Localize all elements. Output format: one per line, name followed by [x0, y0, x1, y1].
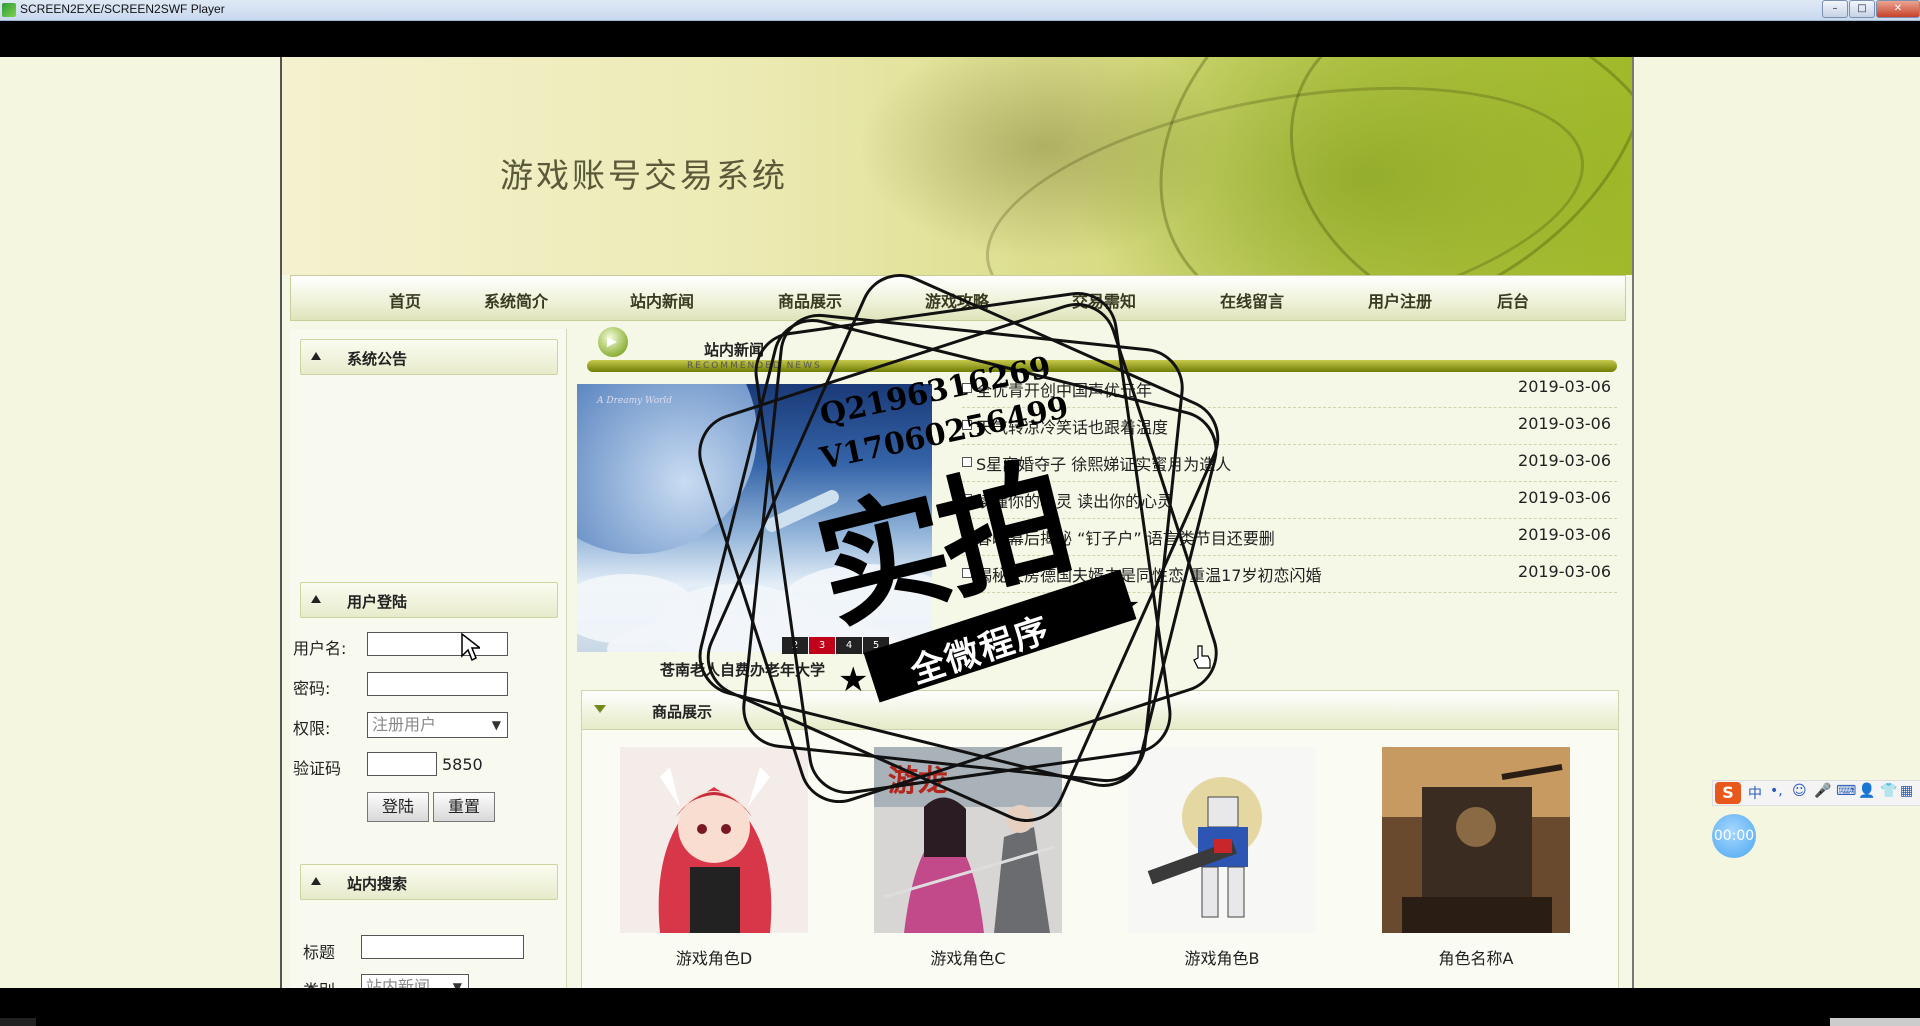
dropdown-arrow-icon: ▼: [491, 718, 501, 732]
login-title: 用户登陆: [347, 593, 408, 611]
news-item-date: 2019-03-06: [1518, 488, 1611, 507]
search-title: 站内搜索: [347, 875, 408, 893]
search-category-select[interactable]: 站内新闻 ▼: [361, 974, 469, 988]
products-title: 商品展示: [652, 703, 713, 721]
nav-trade-notes[interactable]: 交易需知: [1072, 288, 1136, 312]
product-image-war-machine[interactable]: [1382, 747, 1570, 933]
star-icon: ★: [1110, 586, 1141, 626]
ime-voice-icon[interactable]: 🎤: [1814, 783, 1831, 799]
search-category-selected: 站内新闻: [366, 977, 431, 988]
planet-graphic: [577, 384, 757, 554]
ime-user-icon[interactable]: 👤: [1858, 783, 1875, 799]
product-name[interactable]: 游戏角色C: [874, 945, 1062, 969]
window-controls: – □ ✕: [1821, 0, 1920, 18]
nav-guestbook[interactable]: 在线留言: [1220, 288, 1284, 312]
reset-button[interactable]: 重置: [433, 792, 495, 822]
news-item-date: 2019-03-06: [1518, 414, 1611, 433]
news-section-title: 站内新闻: [704, 341, 765, 359]
product-image-swordswoman[interactable]: 游龙: [874, 747, 1062, 933]
nav-guides[interactable]: 游戏攻略: [925, 288, 989, 312]
collapse-triangle-icon: [311, 877, 321, 885]
search-header: 站内搜索: [300, 864, 558, 900]
nav-home[interactable]: 首页: [389, 288, 421, 312]
player-top-bar: [0, 21, 1920, 57]
nav-admin[interactable]: 后台: [1497, 288, 1529, 312]
maximize-button[interactable]: □: [1849, 0, 1875, 18]
news-item-date: 2019-03-06: [1518, 562, 1611, 581]
nav-news[interactable]: 站内新闻: [630, 288, 694, 312]
image-script-text: A Dreamy World: [597, 396, 673, 406]
username-label: 用户名:: [293, 639, 347, 658]
captcha-input[interactable]: [367, 752, 437, 776]
role-label: 权限:: [293, 719, 331, 738]
hand-cursor-icon: [1193, 645, 1211, 669]
role-select[interactable]: 注册用户 ▼: [367, 712, 508, 738]
announcement-header: 系统公告: [300, 339, 558, 375]
left-sidebar: 系统公告 用户登陆 用户名: 密码: 权限: 注册用户 ▼ 验证码 5850 登…: [290, 329, 567, 988]
news-item[interactable]: S星离婚夺子 徐熙娣证实蜜月为造人 2019-03-06: [962, 445, 1617, 482]
app-icon: [2, 3, 16, 17]
news-section-subtitle: RECOMMENDED NEWS: [687, 361, 822, 371]
svg-text:游龙: 游龙: [888, 764, 948, 799]
product-name[interactable]: 游戏角色D: [620, 945, 808, 969]
nav-products[interactable]: 商品展示: [778, 288, 842, 312]
arrow-go-icon: [598, 327, 628, 357]
window-title: SCREEN2EXE/SCREEN2SWF Player: [20, 2, 225, 16]
login-header: 用户登陆: [300, 582, 558, 618]
recording-timer[interactable]: 00:00: [1712, 814, 1756, 858]
sogou-ime-icon[interactable]: S: [1715, 782, 1741, 804]
login-button[interactable]: 登陆: [367, 792, 429, 822]
dropdown-arrow-icon: ▼: [452, 980, 462, 988]
announcement-title: 系统公告: [347, 350, 408, 368]
collapse-triangle-icon: [311, 352, 321, 360]
ime-emoji-icon[interactable]: ☺: [1792, 783, 1807, 799]
product-image-anime-girl[interactable]: [620, 747, 808, 933]
product-name[interactable]: 游戏角色B: [1128, 945, 1316, 969]
nav-intro[interactable]: 系统简介: [484, 288, 548, 312]
ime-punctuation[interactable]: •,: [1770, 783, 1783, 799]
ime-chinese-mode[interactable]: 中: [1748, 783, 1762, 803]
search-title-label: 标题: [303, 943, 336, 962]
role-selected: 注册用户: [372, 715, 437, 734]
site-banner: 游戏账号交易系统: [282, 57, 1632, 275]
mouse-cursor-icon: [461, 632, 480, 662]
news-item-date: 2019-03-06: [1518, 377, 1611, 396]
ime-keyboard-icon[interactable]: ⌨: [1836, 783, 1856, 799]
collapse-triangle-icon: [311, 595, 321, 603]
captcha-code: 5850: [442, 755, 483, 774]
product-name[interactable]: 角色名称A: [1382, 945, 1570, 969]
captcha-label: 验证码: [293, 759, 342, 778]
site-title: 游戏账号交易系统: [500, 156, 788, 195]
window-titlebar: SCREEN2EXE/SCREEN2SWF Player – □ ✕: [0, 0, 1920, 21]
main-nav: 首页 系统简介 站内新闻 商品展示 游戏攻略 交易需知 在线留言 用户注册 后台: [290, 275, 1626, 321]
search-category-label: 类别: [303, 977, 335, 988]
password-input[interactable]: [367, 672, 508, 696]
ime-toolbar[interactable]: S 中 •, ☺ 🎤 ⌨ 👤 👕 ▦: [1712, 780, 1920, 806]
news-item-date: 2019-03-06: [1518, 525, 1611, 544]
news-item-date: 2019-03-06: [1518, 451, 1611, 470]
pager-page-active[interactable]: 3: [809, 637, 835, 654]
ime-menu-icon[interactable]: ▦: [1900, 783, 1913, 799]
pager-page[interactable]: 2: [782, 637, 808, 654]
nav-register[interactable]: 用户注册: [1368, 288, 1432, 312]
ime-skin-icon[interactable]: 👕: [1880, 783, 1897, 799]
star-icon: ★: [838, 660, 869, 700]
product-image-mecha[interactable]: [1128, 747, 1316, 933]
slideshow-caption[interactable]: 苍南老人自费办老年大学: [660, 659, 825, 680]
minimize-button[interactable]: –: [1822, 0, 1848, 18]
password-label: 密码:: [293, 679, 331, 698]
collapse-triangle-icon: [594, 705, 606, 713]
username-input[interactable]: [367, 632, 508, 656]
search-title-input[interactable]: [361, 935, 524, 959]
player-bottom-bar: [0, 988, 1920, 1026]
products-header: 商品展示: [582, 691, 1618, 730]
close-button[interactable]: ✕: [1876, 0, 1920, 18]
